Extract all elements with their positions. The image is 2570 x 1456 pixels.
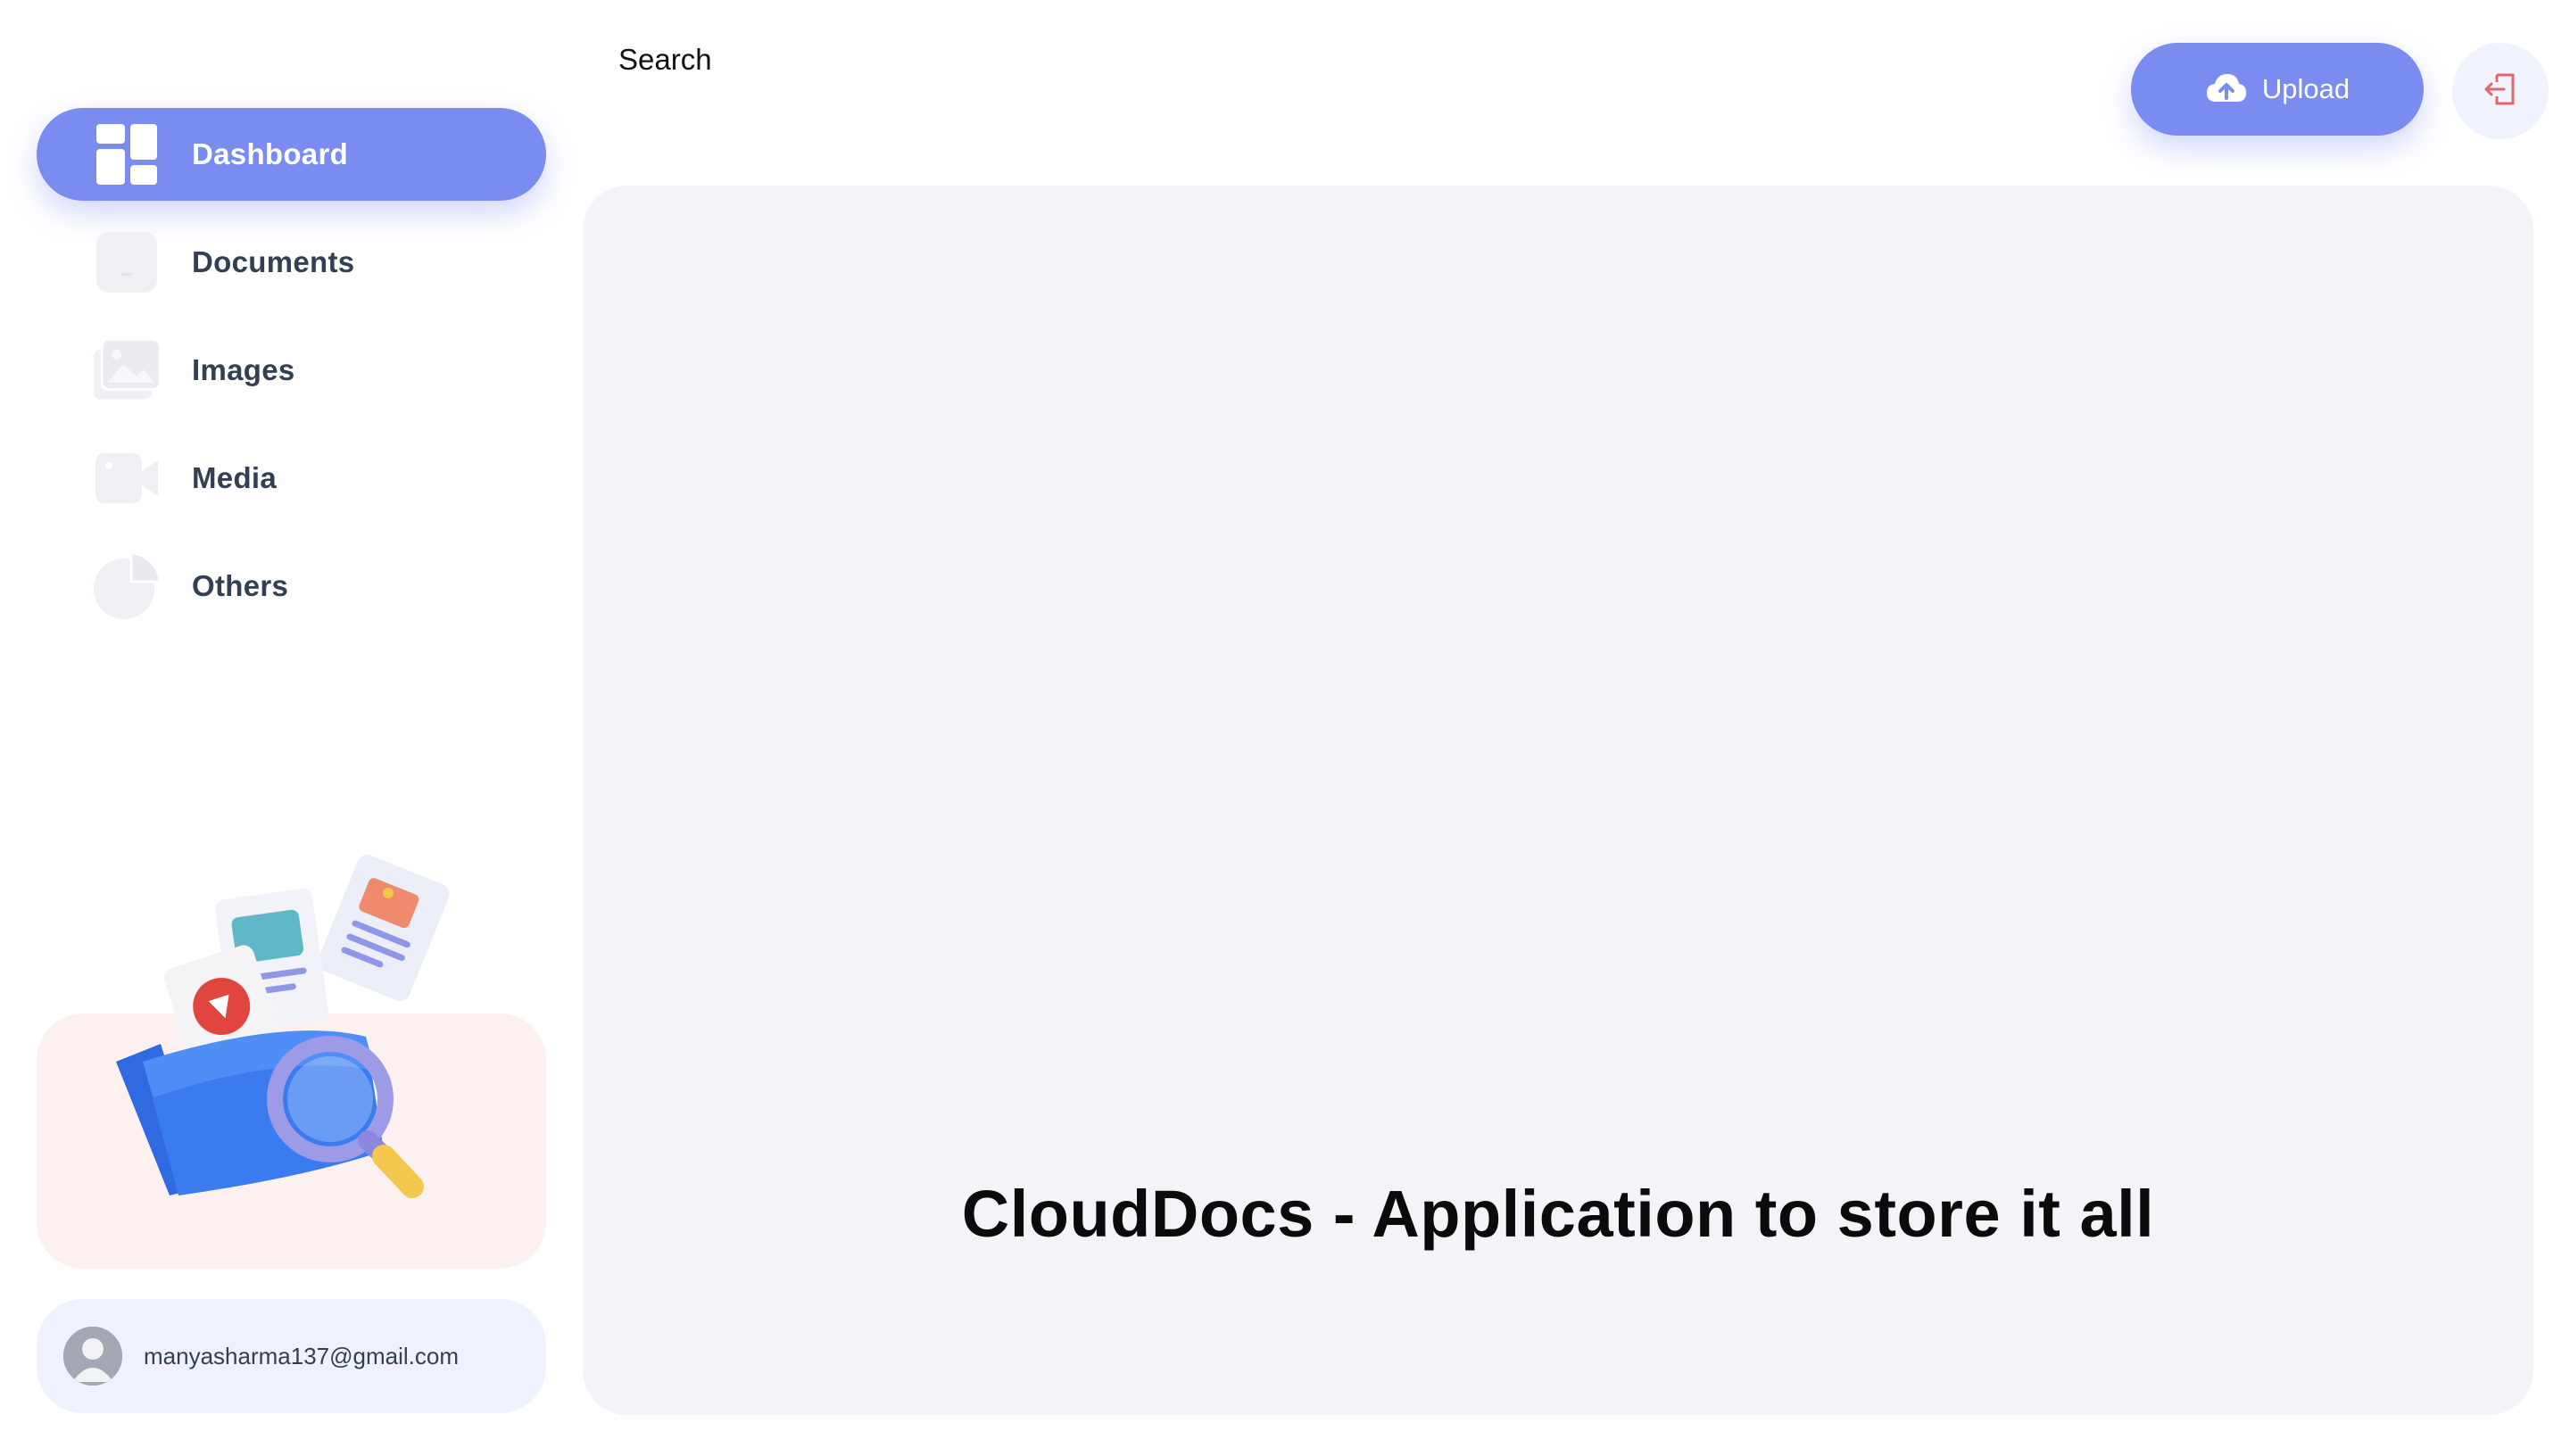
user-email: manyasharma137@gmail.com	[144, 1342, 459, 1369]
logout-icon	[2483, 71, 2518, 112]
sidebar-item-documents[interactable]: Documents	[37, 216, 546, 309]
dashboard-icon	[92, 120, 162, 189]
images-icon	[92, 335, 162, 405]
user-card[interactable]: manyasharma137@gmail.com	[37, 1299, 546, 1413]
main-panel: CloudDocs - Application to store it all	[583, 186, 2533, 1415]
sidebar-item-label: Images	[192, 353, 295, 386]
page-title: CloudDocs - Application to store it all	[961, 1176, 2155, 1251]
cloud-upload-icon	[2205, 71, 2248, 108]
video-icon	[92, 443, 162, 513]
sidebar-item-label: Media	[192, 461, 278, 494]
file-search-illustration	[107, 839, 482, 1213]
document-icon	[92, 228, 162, 297]
avatar	[63, 1327, 122, 1386]
upload-label: Upload	[2261, 73, 2350, 104]
sidebar-item-label: Dashboard	[192, 137, 349, 170]
sidebar-item-others[interactable]: Others	[37, 540, 546, 633]
sidebar-item-dashboard[interactable]: Dashboard	[37, 108, 546, 201]
sidebar-item-media[interactable]: Media	[37, 432, 546, 525]
pie-chart-icon	[92, 551, 162, 621]
search-input[interactable]: Search	[618, 43, 712, 77]
sidebar-item-label: Documents	[192, 245, 355, 278]
sidebar-item-images[interactable]: Images	[37, 324, 546, 417]
logout-button[interactable]	[2452, 43, 2549, 139]
sidebar-item-label: Others	[192, 569, 289, 602]
upload-button[interactable]: Upload	[2131, 43, 2424, 136]
